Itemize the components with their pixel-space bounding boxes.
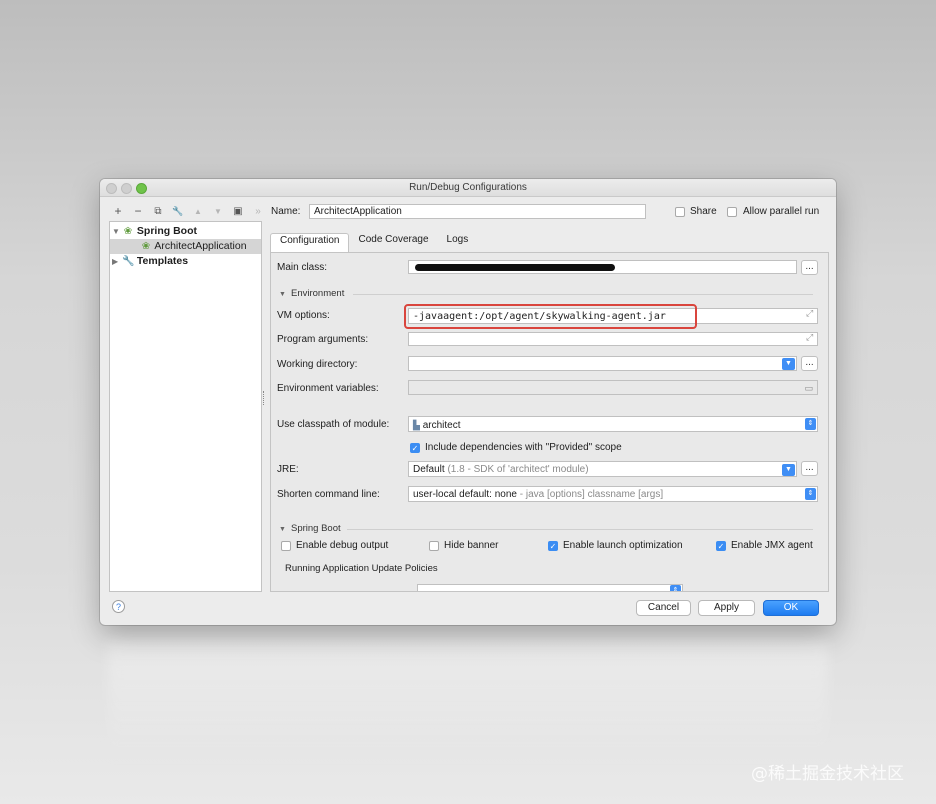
environment-section[interactable]: ▼ Environment	[279, 288, 344, 299]
env-vars-label: Environment variables:	[277, 383, 379, 394]
parallel-run-checkbox[interactable]	[727, 207, 737, 217]
hide-banner-checkbox[interactable]	[429, 541, 439, 551]
folder-icon[interactable]: ▣	[232, 205, 244, 217]
copy-icon[interactable]: ⧉	[152, 205, 164, 217]
main-class-label: Main class:	[277, 262, 328, 273]
configuration-panel: Main class: ... ▼ Environment VM options:…	[270, 252, 829, 592]
hide-banner-label: Hide banner	[444, 540, 499, 551]
module-icon: ▙	[413, 420, 420, 430]
debug-output-label: Enable debug output	[296, 540, 389, 551]
launch-optimization-checkbox[interactable]: ✓	[548, 541, 558, 551]
env-vars-input[interactable]: ▭	[408, 380, 818, 395]
vm-options-label: VM options:	[277, 310, 330, 321]
minimize-window-button[interactable]	[121, 183, 132, 194]
jre-value: Default	[413, 464, 445, 475]
main-class-browse-button[interactable]: ...	[801, 260, 818, 275]
title-bar: Run/Debug Configurations	[100, 179, 836, 197]
program-args-label: Program arguments:	[277, 334, 369, 345]
shorten-cmd-value: user-local default: none	[413, 489, 517, 500]
tree-item-architect-application[interactable]: ❀ ArchitectApplication	[110, 239, 261, 254]
shorten-cmd-label: Shorten command line:	[277, 489, 380, 500]
select-arrows-icon[interactable]: ⇕	[805, 488, 816, 500]
select-arrows-icon[interactable]: ⇕	[805, 418, 816, 430]
config-tree: ▼ ❀ Spring Boot ❀ ArchitectApplication ▶ 🔧…	[109, 221, 262, 592]
section-divider	[353, 294, 813, 295]
working-dir-label: Working directory:	[277, 359, 358, 370]
more-icon[interactable]: »	[252, 205, 264, 217]
expand-arrow-icon[interactable]: ▼	[112, 224, 122, 239]
tree-item-label: ArchitectApplication	[154, 240, 247, 252]
cancel-button[interactable]: Cancel	[636, 600, 691, 616]
help-button[interactable]: ?	[112, 600, 125, 613]
wrench-icon[interactable]: 🔧	[172, 205, 184, 217]
classpath-value: architect	[422, 420, 461, 431]
tree-item-spring-boot[interactable]: ▼ ❀ Spring Boot	[112, 224, 259, 239]
window-reflection	[108, 640, 828, 760]
wrench-icon: 🔧	[122, 256, 135, 267]
jre-label: JRE:	[277, 464, 299, 475]
folder-icon[interactable]: ▭	[804, 381, 813, 394]
window-title: Run/Debug Configurations	[409, 182, 527, 193]
include-deps-checkbox[interactable]: ✓	[410, 443, 420, 453]
spring-boot-section-label: Spring Boot	[291, 523, 341, 534]
panel-splitter[interactable]	[263, 391, 266, 405]
ok-button[interactable]: OK	[763, 600, 819, 616]
launch-optimization-label: Enable launch optimization	[563, 540, 683, 551]
zoom-window-button[interactable]	[136, 183, 147, 194]
up-icon[interactable]: ▲	[192, 205, 204, 217]
jre-browse-button[interactable]: ...	[801, 461, 818, 476]
update-policies-label: Running Application Update Policies	[285, 563, 438, 574]
shorten-cmd-hint: - java [options] classname [args]	[519, 489, 664, 500]
working-dir-combo[interactable]: ▼	[408, 356, 797, 371]
run-debug-dialog: Run/Debug Configurations + − ⧉ 🔧 ▲ ▼ ▣ »…	[100, 179, 836, 625]
down-icon[interactable]: ▼	[212, 205, 224, 217]
share-label: Share	[690, 206, 717, 217]
environment-section-label: Environment	[291, 288, 345, 299]
apply-button[interactable]: Apply	[698, 600, 755, 616]
jmx-agent-checkbox[interactable]: ✓	[716, 541, 726, 551]
tree-item-label: Templates	[136, 255, 189, 267]
include-deps-label: Include dependencies with "Provided" sco…	[425, 442, 622, 453]
parallel-run-label: Allow parallel run	[743, 206, 820, 217]
close-window-button[interactable]	[106, 183, 117, 194]
expand-field-icon[interactable]: ⤢	[806, 308, 813, 319]
expand-field-icon[interactable]: ⤢	[806, 332, 813, 343]
section-divider	[347, 529, 813, 530]
minus-icon[interactable]: −	[132, 204, 144, 218]
chevron-down-icon[interactable]: ▼	[782, 464, 795, 476]
config-toolbar: + − ⧉ 🔧 ▲ ▼ ▣ »	[112, 204, 264, 218]
spring-boot-icon: ❀	[123, 226, 133, 237]
select-arrows-icon[interactable]: ⇕	[670, 585, 681, 591]
jmx-agent-label: Enable JMX agent	[731, 540, 813, 551]
share-checkbox[interactable]	[675, 207, 685, 217]
update-action-select[interactable]: ⇕	[417, 584, 683, 591]
working-dir-browse-button[interactable]: ...	[801, 356, 818, 371]
program-args-input[interactable]	[408, 332, 818, 346]
tree-item-label: Spring Boot	[136, 225, 197, 237]
spring-app-icon: ❀	[141, 241, 151, 252]
chevron-down-icon[interactable]: ▼	[782, 358, 795, 370]
jre-hint: (1.8 - SDK of 'architect' module)	[447, 464, 589, 475]
name-label: Name:	[271, 206, 301, 217]
shorten-cmd-select[interactable]: user-local default: none - java [options…	[408, 486, 818, 502]
section-collapse-icon: ▼	[279, 291, 286, 298]
watermark-text: @稀土掘金技术社区	[751, 764, 904, 784]
name-input[interactable]: ArchitectApplication	[309, 204, 646, 219]
redacted-text	[415, 264, 615, 271]
main-class-input[interactable]	[408, 260, 797, 274]
tree-item-templates[interactable]: ▶ 🔧 Templates	[112, 254, 259, 269]
section-collapse-icon: ▼	[279, 526, 286, 533]
spring-boot-section[interactable]: ▼ Spring Boot	[279, 523, 341, 534]
collapse-arrow-icon[interactable]: ▶	[112, 254, 122, 269]
classpath-label: Use classpath of module:	[277, 419, 390, 430]
vm-options-highlight	[404, 304, 697, 329]
plus-icon[interactable]: +	[112, 204, 124, 218]
jre-combo[interactable]: Default (1.8 - SDK of 'architect' module…	[408, 461, 797, 477]
debug-output-checkbox[interactable]	[281, 541, 291, 551]
classpath-select[interactable]: ▙ architect ⇕	[408, 416, 818, 432]
